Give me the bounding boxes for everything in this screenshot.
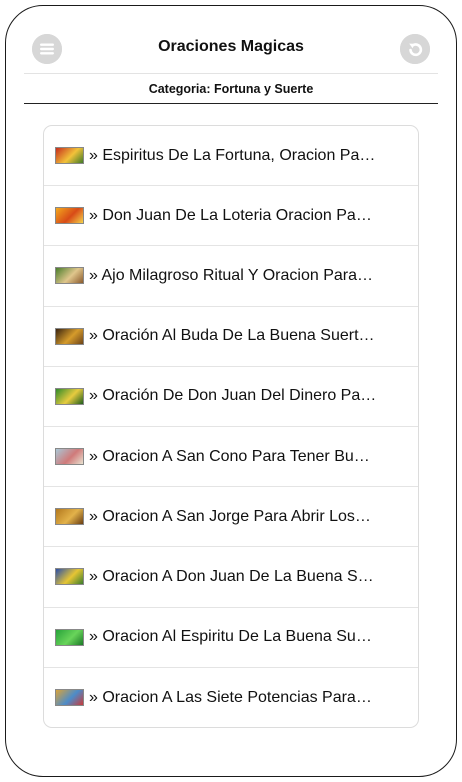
- page-title: Oraciones Magicas: [158, 38, 304, 55]
- list-item[interactable]: » Don Juan De La Loteria Oracion Pa…: [44, 186, 418, 247]
- thumbnail-image: [55, 628, 84, 646]
- list-item[interactable]: » Espiritus De La Fortuna, Oracion Pa…: [44, 126, 418, 187]
- list-item-label: » Espiritus De La Fortuna, Oracion Pa…: [89, 146, 376, 164]
- list-item-label: » Oracion A Don Juan De La Buena S…: [89, 567, 374, 585]
- thumbnail-image: [55, 207, 84, 225]
- device-frame: Oraciones Magicas Categoria: Fortuna y S…: [5, 5, 457, 777]
- thumbnail-image: [55, 387, 84, 405]
- list-item-label: » Oracion A San Cono Para Tener Bu…: [89, 447, 370, 465]
- category-header: Categoria: Fortuna y Suerte: [24, 74, 438, 104]
- thumbnail-image: [55, 267, 84, 285]
- list-item[interactable]: » Oracion A Las Siete Potencias Para…: [44, 668, 418, 727]
- list-item-label: » Don Juan De La Loteria Oracion Pa…: [89, 206, 372, 224]
- back-button[interactable]: [400, 34, 430, 64]
- thumbnail-image: [55, 147, 84, 165]
- prayer-list: » Espiritus De La Fortuna, Oracion Pa… »…: [43, 125, 419, 728]
- thumbnail-image: [55, 689, 84, 707]
- app-header: Oraciones Magicas: [24, 24, 438, 74]
- thumbnail-image: [55, 568, 84, 586]
- list-item[interactable]: » Oracion A San Jorge Para Abrir Los…: [44, 487, 418, 548]
- list-item[interactable]: » Oracion A Don Juan De La Buena S…: [44, 547, 418, 608]
- list-item[interactable]: » Oración Al Buda De La Buena Suert…: [44, 307, 418, 367]
- list-item[interactable]: » Oracion A San Cono Para Tener Bu…: [44, 427, 418, 488]
- list-item-label: » Oración Al Buda De La Buena Suert…: [89, 327, 375, 345]
- list-item[interactable]: » Oracion Al Espiritu De La Buena Su…: [44, 608, 418, 668]
- list-item-label: » Oracion A Las Siete Potencias Para…: [89, 688, 372, 706]
- list-item[interactable]: » Oración De Don Juan Del Dinero Pa…: [44, 367, 418, 427]
- list-item-label: » Oración De Don Juan Del Dinero Pa…: [89, 387, 377, 405]
- back-icon: [400, 34, 430, 64]
- thumbnail-image: [55, 327, 84, 345]
- thumbnail-image: [55, 448, 84, 466]
- list-item[interactable]: » Ajo Milagroso Ritual Y Oracion Para…: [44, 246, 418, 307]
- list-item-label: » Ajo Milagroso Ritual Y Oracion Para…: [89, 266, 373, 284]
- thumbnail-image: [55, 508, 84, 526]
- list-item-label: » Oracion Al Espiritu De La Buena Su…: [89, 628, 372, 646]
- list-item-label: » Oracion A San Jorge Para Abrir Los…: [89, 507, 371, 525]
